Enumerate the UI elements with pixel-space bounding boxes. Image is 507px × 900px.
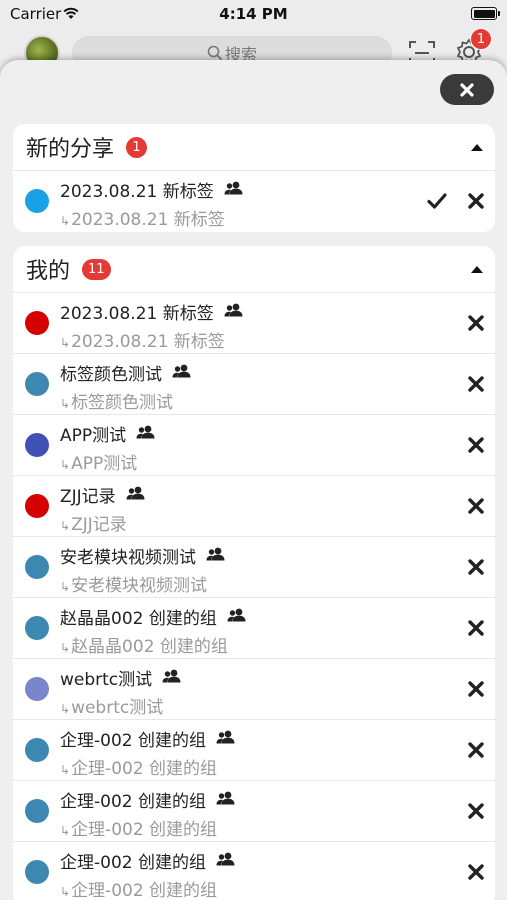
tag-name: ZJJ记录 [60, 482, 146, 507]
tag-color-dot [25, 799, 49, 823]
shared-section: 新的分享 1 2023.08.21 新标签 ↳2023.08.21 新标签 [13, 124, 495, 232]
caret-up-icon[interactable] [471, 266, 483, 273]
tag-subtitle: ↳企理-002 创建的组 [60, 881, 218, 900]
tag-subtitle: ↳2023.08.21 新标签 [60, 210, 225, 230]
close-icon[interactable] [467, 375, 485, 393]
list-item[interactable]: 2023.08.21 新标签 ↳2023.08.21 新标签 [13, 171, 495, 232]
list-item[interactable]: 安老模块视频测试 ↳安老模块视频测试 [13, 537, 495, 598]
close-icon [460, 82, 474, 97]
mine-section: 我的 11 2023.08.21 新标签 ↳2023.08.21 新标签 标签颜色测… [13, 246, 495, 900]
list-item[interactable]: 企理-002 创建的组 ↳企理-002 创建的组 [13, 720, 495, 781]
tag-name: 2023.08.21 新标签 [60, 299, 244, 324]
tag-name: 赵晶晶002 创建的组 [60, 604, 247, 629]
people-icon [227, 607, 247, 627]
count-badge: 1 [126, 136, 148, 158]
close-icon[interactable] [467, 314, 485, 332]
tag-subtitle: ↳ZJJ记录 [60, 515, 127, 535]
tag-subtitle: ↳安老模块视频测试 [60, 576, 208, 596]
close-icon[interactable] [467, 558, 485, 576]
people-icon [126, 485, 146, 505]
tag-name: 2023.08.21 新标签 [60, 177, 244, 202]
tag-color-dot [25, 555, 49, 579]
people-icon [136, 424, 156, 444]
tag-color-dot [25, 616, 49, 640]
tag-color-dot [25, 311, 49, 335]
people-icon [206, 546, 226, 566]
people-icon [162, 668, 182, 688]
tag-subtitle: ↳webrtc测试 [60, 698, 164, 718]
tag-subtitle: ↳APP测试 [60, 454, 138, 474]
people-icon [224, 180, 244, 200]
tag-color-dot [25, 433, 49, 457]
list-item[interactable]: 赵晶晶002 创建的组 ↳赵晶晶002 创建的组 [13, 598, 495, 659]
tag-name: 企理-002 创建的组 [60, 787, 236, 812]
list-item[interactable]: 2023.08.21 新标签 ↳2023.08.21 新标签 [13, 293, 495, 354]
mine-list: 2023.08.21 新标签 ↳2023.08.21 新标签标签颜色测试 ↳标签颜色… [13, 293, 495, 900]
battery-icon [471, 7, 500, 20]
close-icon[interactable] [467, 619, 485, 637]
tag-color-dot [25, 677, 49, 701]
list-item[interactable]: webrtc测试 ↳webrtc测试 [13, 659, 495, 720]
clock: 4:14 PM [219, 5, 288, 23]
close-sheet-button[interactable] [440, 74, 494, 105]
tag-name: 安老模块视频测试 [60, 543, 226, 568]
close-icon[interactable] [467, 497, 485, 515]
section-title: 新的分享 [26, 137, 115, 162]
settings-badge: 1 [470, 28, 492, 50]
tag-subtitle: ↳2023.08.21 新标签 [60, 332, 225, 352]
list-item[interactable]: ZJJ记录 ↳ZJJ记录 [13, 476, 495, 537]
count-badge: 11 [82, 258, 111, 280]
people-icon [216, 790, 236, 810]
tag-subtitle: ↳企理-002 创建的组 [60, 820, 218, 840]
tag-sheet: 新的分享 1 2023.08.21 新标签 ↳2023.08.21 新标签 我的… [0, 60, 507, 900]
status-bar: Carrier 4:14 PM [0, 0, 507, 28]
tag-color-dot [25, 738, 49, 762]
list-item[interactable]: 企理-002 创建的组 ↳企理-002 创建的组 [13, 842, 495, 900]
list-item[interactable]: 标签颜色测试 ↳标签颜色测试 [13, 354, 495, 415]
search-icon [207, 45, 223, 61]
tag-subtitle: ↳企理-002 创建的组 [60, 759, 218, 779]
tag-subtitle: ↳赵晶晶002 创建的组 [60, 637, 228, 657]
close-icon[interactable] [467, 192, 485, 210]
shared-section-header[interactable]: 新的分享 1 [13, 124, 495, 171]
tag-color-dot [25, 372, 49, 396]
tag-subtitle: ↳标签颜色测试 [60, 393, 174, 413]
close-icon[interactable] [467, 741, 485, 759]
people-icon [216, 729, 236, 749]
tag-name: 企理-002 创建的组 [60, 726, 236, 751]
tag-color-dot [25, 494, 49, 518]
close-icon[interactable] [467, 802, 485, 820]
check-icon[interactable] [427, 192, 447, 210]
section-title: 我的 [26, 259, 71, 284]
close-icon[interactable] [467, 680, 485, 698]
list-item[interactable]: APP测试 ↳APP测试 [13, 415, 495, 476]
tag-color-dot [25, 860, 49, 884]
mine-section-header[interactable]: 我的 11 [13, 246, 495, 293]
people-icon [172, 363, 192, 383]
tag-name: APP测试 [60, 421, 156, 446]
list-item[interactable]: 企理-002 创建的组 ↳企理-002 创建的组 [13, 781, 495, 842]
tag-name: webrtc测试 [60, 665, 182, 690]
tag-name: 企理-002 创建的组 [60, 848, 236, 873]
tag-color-dot [25, 189, 49, 213]
caret-up-icon[interactable] [471, 144, 483, 151]
close-icon[interactable] [467, 436, 485, 454]
people-icon [224, 302, 244, 322]
close-icon[interactable] [467, 863, 485, 881]
tag-name: 标签颜色测试 [60, 360, 192, 385]
people-icon [216, 851, 236, 871]
